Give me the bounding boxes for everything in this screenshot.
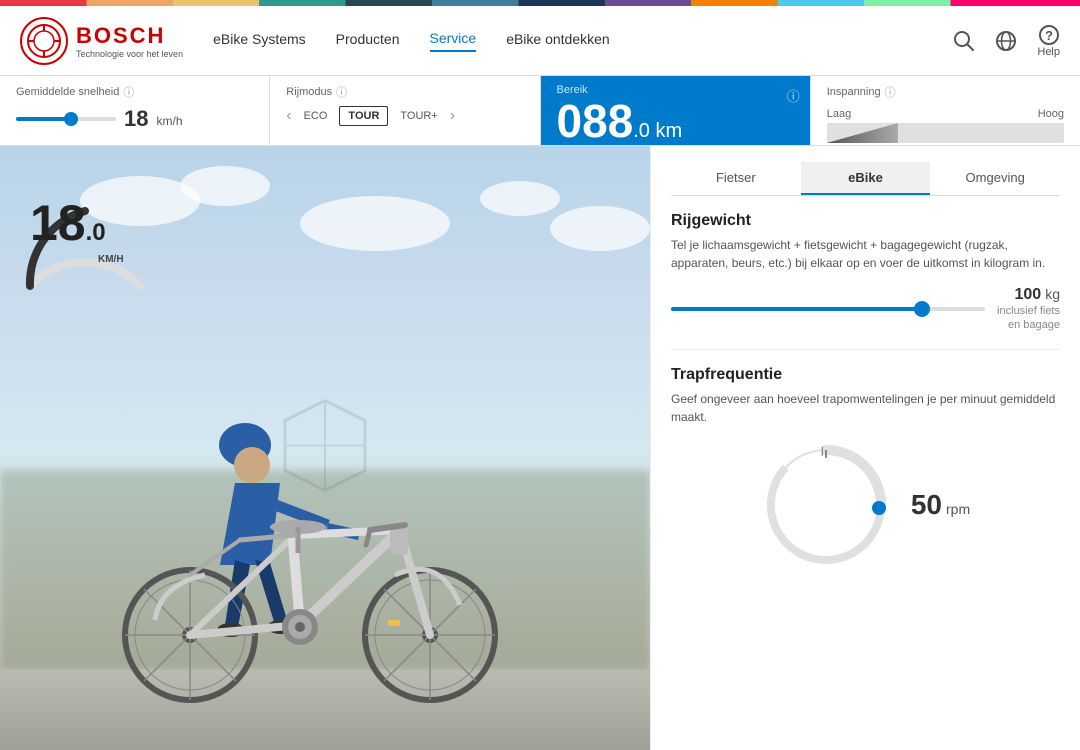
weight-value-row: 100 kg bbox=[1015, 286, 1061, 304]
mode-prev-arrow[interactable]: ‹ bbox=[286, 107, 291, 125]
weight-value: 100 bbox=[1015, 286, 1042, 304]
cadence-unit: rpm bbox=[946, 501, 970, 517]
ride-mode-label: Rijmodus ⓘ bbox=[286, 84, 523, 100]
weight-unit: kg bbox=[1045, 286, 1060, 302]
mode-tour-button[interactable]: TOUR bbox=[339, 106, 388, 126]
mode-next-arrow[interactable]: › bbox=[450, 107, 455, 125]
mode-tourplus-button[interactable]: TOUR+ bbox=[392, 107, 445, 125]
cadence-value: 50 bbox=[911, 489, 942, 521]
tabs-row: Fietser eBike Omgeving bbox=[671, 162, 1060, 196]
divider-1 bbox=[671, 349, 1060, 350]
speed-slider[interactable] bbox=[16, 117, 116, 121]
inspanning-label: Inspanning ⓘ bbox=[827, 84, 1064, 100]
weight-slider[interactable] bbox=[671, 307, 985, 311]
search-button[interactable] bbox=[953, 30, 975, 52]
svg-text:?: ? bbox=[1045, 28, 1053, 43]
help-label: Help bbox=[1037, 46, 1060, 58]
rijgewicht-section: Rijgewicht Tel je lichaamsgewicht + fiet… bbox=[671, 212, 1060, 333]
inspanning-low: Laag bbox=[827, 108, 851, 120]
inspanning-high: Hoog bbox=[1038, 108, 1064, 120]
trapfrequentie-title: Trapfrequentie bbox=[671, 366, 1060, 384]
rijgewicht-desc: Tel je lichaamsgewicht + fietsgewicht + … bbox=[671, 236, 1060, 272]
speed-cell: Gemiddelde snelheid ⓘ 18 km/h bbox=[0, 76, 270, 145]
bike-area: 18.0 KM/H bbox=[0, 146, 650, 750]
nav-icons: ? Help bbox=[953, 24, 1060, 58]
cadence-value-row: 50 rpm bbox=[911, 489, 970, 521]
bereik-cell: Bereik 088 .0 km ⓘ bbox=[541, 76, 811, 145]
cadence-dial[interactable]: | bbox=[761, 440, 891, 570]
bereik-info-icon[interactable]: ⓘ bbox=[787, 86, 800, 105]
globe-button[interactable] bbox=[995, 30, 1017, 52]
ride-mode-row: ‹ ECO TOUR TOUR+ › bbox=[286, 106, 523, 126]
bosch-logo-icon bbox=[26, 23, 62, 59]
nav-producten[interactable]: Producten bbox=[336, 31, 400, 51]
inspanning-track bbox=[827, 123, 1064, 143]
tab-fietser[interactable]: Fietser bbox=[671, 162, 801, 195]
navbar: BOSCH Technologie voor het leven eBike S… bbox=[0, 6, 1080, 76]
brand-text: BOSCH Technologie voor het leven bbox=[76, 23, 183, 59]
main-content: 18.0 KM/H bbox=[0, 146, 1080, 750]
cadence-dial-svg bbox=[761, 440, 891, 570]
nav-ebike-systems[interactable]: eBike Systems bbox=[213, 31, 306, 51]
nav-ebike-ontdekken[interactable]: eBike ontdekken bbox=[506, 31, 610, 51]
speed-slider-thumb[interactable] bbox=[64, 112, 78, 126]
mode-eco-button[interactable]: ECO bbox=[296, 107, 336, 125]
speedo-decimal: .0 bbox=[86, 219, 106, 246]
tab-ebike[interactable]: eBike bbox=[801, 162, 931, 195]
speedometer: 18.0 KM/H bbox=[10, 166, 160, 306]
bereik-decimal-unit: .0 km bbox=[633, 120, 682, 143]
brand-tagline: Technologie voor het leven bbox=[76, 49, 183, 59]
bereik-value-row: 088 .0 km bbox=[557, 96, 794, 144]
rijgewicht-title: Rijgewicht bbox=[671, 212, 1060, 230]
speed-label: Gemiddelde snelheid ⓘ bbox=[16, 84, 253, 100]
speedo-unit: KM/H bbox=[98, 254, 124, 265]
bike-illustration bbox=[60, 335, 540, 720]
weight-thumb[interactable] bbox=[914, 301, 930, 317]
nav-links: eBike Systems Producten Service eBike on… bbox=[213, 30, 953, 52]
watermark-icon bbox=[275, 396, 375, 496]
bike-svg bbox=[60, 335, 540, 715]
nav-service[interactable]: Service bbox=[430, 30, 477, 52]
bereik-value: 088 bbox=[557, 98, 634, 144]
inspanning-fill bbox=[827, 123, 898, 143]
help-icon: ? bbox=[1038, 24, 1060, 46]
speed-slider-fill bbox=[16, 117, 71, 121]
ride-mode-cell: Rijmodus ⓘ ‹ ECO TOUR TOUR+ › bbox=[270, 76, 540, 145]
cloud-2 bbox=[180, 166, 270, 206]
cloud-5 bbox=[550, 206, 650, 251]
weight-slider-row: 100 kg inclusief fietsen bagage bbox=[671, 286, 1060, 333]
inspanning-labels: Laag Hoog bbox=[827, 108, 1064, 120]
cloud-4 bbox=[480, 181, 560, 216]
cloud-3 bbox=[300, 196, 450, 251]
dial-tick-top: | bbox=[821, 446, 824, 457]
tab-omgeving[interactable]: Omgeving bbox=[930, 162, 1060, 195]
trapfrequentie-desc: Geef ongeveer aan hoeveel trapomwentelin… bbox=[671, 390, 1060, 426]
search-icon bbox=[953, 30, 975, 52]
ride-mode-info-icon[interactable]: ⓘ bbox=[336, 84, 347, 100]
help-button[interactable]: ? Help bbox=[1037, 24, 1060, 58]
inspanning-cell: Inspanning ⓘ Laag Hoog bbox=[811, 76, 1080, 145]
weight-value-col: 100 kg inclusief fietsen bagage bbox=[997, 286, 1060, 333]
weight-fill bbox=[671, 307, 922, 311]
logo-area: BOSCH Technologie voor het leven bbox=[20, 17, 183, 65]
speed-row: 18 km/h bbox=[16, 106, 253, 132]
inspanning-info-icon[interactable]: ⓘ bbox=[885, 84, 896, 100]
watermark bbox=[275, 396, 375, 501]
right-panel: Fietser eBike Omgeving Rijgewicht Tel je… bbox=[650, 146, 1080, 750]
metric-bar: Gemiddelde snelheid ⓘ 18 km/h Rijmodus ⓘ… bbox=[0, 76, 1080, 146]
weight-sublabel: inclusief fietsen bagage bbox=[997, 304, 1060, 333]
brand-name: BOSCH bbox=[76, 23, 183, 49]
speed-info-icon[interactable]: ⓘ bbox=[123, 84, 134, 100]
trapfrequentie-section: Trapfrequentie Geef ongeveer aan hoeveel… bbox=[671, 366, 1060, 570]
speed-unit: km/h bbox=[156, 114, 182, 128]
speedo-reading: 18.0 bbox=[30, 194, 106, 252]
speedo-value: 18 bbox=[30, 195, 86, 251]
inspanning-bar: Laag Hoog bbox=[827, 108, 1064, 143]
speed-value: 18 bbox=[124, 106, 148, 132]
globe-icon bbox=[995, 30, 1017, 52]
cadence-container: | 50 rpm bbox=[671, 440, 1060, 570]
bosch-logo bbox=[20, 17, 68, 65]
